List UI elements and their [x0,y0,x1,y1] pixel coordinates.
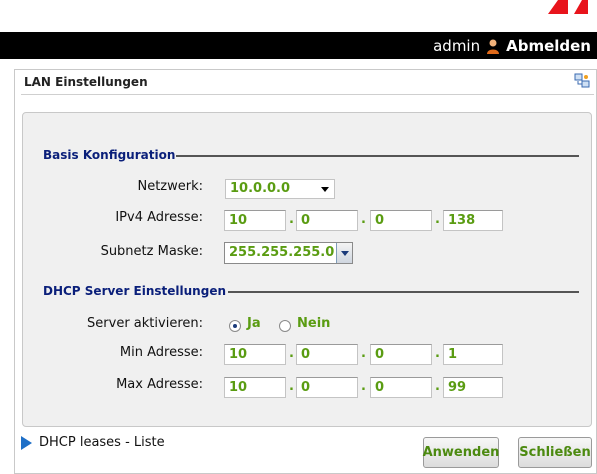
user-icon [486,38,500,54]
max-octet-1[interactable]: 10 [224,377,286,398]
close-button[interactable]: Schließen [518,437,592,468]
ip-dot: . [289,346,294,361]
ip-dot: . [361,212,366,227]
network-select[interactable]: 10.0.0.0 [225,179,335,199]
min-octet-1[interactable]: 10 [224,344,286,365]
ip-dot: . [435,346,440,361]
brand-logo [546,0,588,14]
subnet-value: 255.255.255.0 [229,245,335,260]
expand-arrow-icon [21,435,32,450]
dhcp-legend: DHCP Server Einstellungen [43,284,232,298]
subnet-select[interactable]: 255.255.255.0 [224,242,353,264]
apply-button[interactable]: Anwenden [423,437,499,468]
top-bar: admin Abmelden [0,32,597,59]
dropdown-button-icon[interactable] [336,243,352,263]
subnet-label: Subnetz Maske: [100,244,203,259]
network-label: Netzwerk: [137,179,203,194]
min-address-label: Min Adresse: [119,345,203,360]
radio-no[interactable] [279,320,291,332]
ip-dot: . [361,346,366,361]
title-divider [21,94,594,95]
max-octet-4[interactable]: 99 [443,377,503,398]
ipv4-octet-4[interactable]: 138 [443,210,503,231]
ip-dot: . [289,379,294,394]
ip-dot: . [361,379,366,394]
lan-settings-panel: LAN Einstellungen Basis Konfiguration Ne… [14,69,597,474]
network-icon[interactable] [574,73,590,89]
radio-yes-label[interactable]: Ja [247,316,261,331]
settings-form: Basis Konfiguration Netzwerk: 10.0.0.0 I… [22,112,592,427]
ipv4-label: IPv4 Adresse: [115,210,203,225]
dhcp-leases-label: DHCP leases - Liste [39,435,165,450]
username: admin [433,36,481,55]
radio-no-label[interactable]: Nein [297,316,330,331]
ip-dot: . [289,212,294,227]
server-enable-label: Server aktivieren: [87,316,203,331]
panel-title: LAN Einstellungen [24,75,148,89]
radio-yes[interactable] [229,320,241,332]
max-octet-3[interactable]: 0 [370,377,432,398]
network-value: 10.0.0.0 [230,181,291,196]
ipv4-octet-1[interactable]: 10 [224,210,286,231]
ipv4-octet-3[interactable]: 0 [370,210,432,231]
logout-link[interactable]: Abmelden [506,37,591,55]
min-octet-2[interactable]: 0 [296,344,358,365]
max-address-label: Max Adresse: [116,377,203,392]
dhcp-leases-toggle[interactable]: DHCP leases - Liste [21,435,165,450]
chevron-down-icon [321,187,329,192]
ip-dot: . [435,212,440,227]
ipv4-octet-2[interactable]: 0 [296,210,358,231]
dhcp-divider [228,291,579,293]
ip-dot: . [435,379,440,394]
max-octet-2[interactable]: 0 [296,377,358,398]
min-octet-4[interactable]: 1 [443,344,503,365]
min-octet-3[interactable]: 0 [370,344,432,365]
basis-legend: Basis Konfiguration [43,148,182,162]
basis-divider [176,155,579,157]
